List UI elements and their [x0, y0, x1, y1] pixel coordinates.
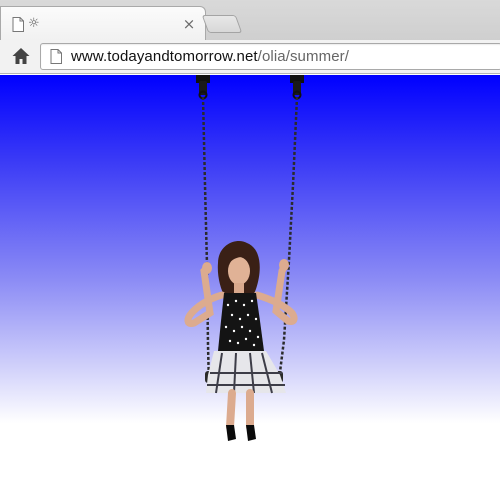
page-content: [0, 75, 500, 500]
address-bar[interactable]: www.todayandtomorrow.net/olia/summer/: [40, 43, 500, 70]
new-tab-button[interactable]: [201, 15, 243, 33]
tab-active[interactable]: ☼ ×: [0, 6, 206, 40]
left-swing-chain: [201, 96, 211, 386]
left-swing-hanger: [196, 75, 210, 100]
person-on-swing: [184, 241, 298, 441]
page-icon: [12, 17, 24, 32]
home-icon[interactable]: [11, 46, 31, 66]
url-text[interactable]: www.todayandtomorrow.net/olia/summer/: [71, 48, 349, 66]
swing-scene: [184, 75, 304, 441]
page-icon: [50, 49, 62, 64]
tab-title: ☼: [28, 16, 40, 31]
browser-window: ☼ × www.todayandtomorrow.net/olia/summer…: [0, 0, 500, 500]
tab-close-button[interactable]: ×: [182, 15, 196, 33]
toolbar: www.todayandtomorrow.net/olia/summer/: [0, 40, 500, 74]
right-swing-chain: [277, 96, 299, 381]
url-path: /olia/summer/: [257, 48, 349, 65]
tab-strip: ☼ ×: [0, 0, 500, 40]
url-host: www.todayandtomorrow.net: [71, 48, 258, 65]
right-swing-hanger: [290, 75, 304, 100]
